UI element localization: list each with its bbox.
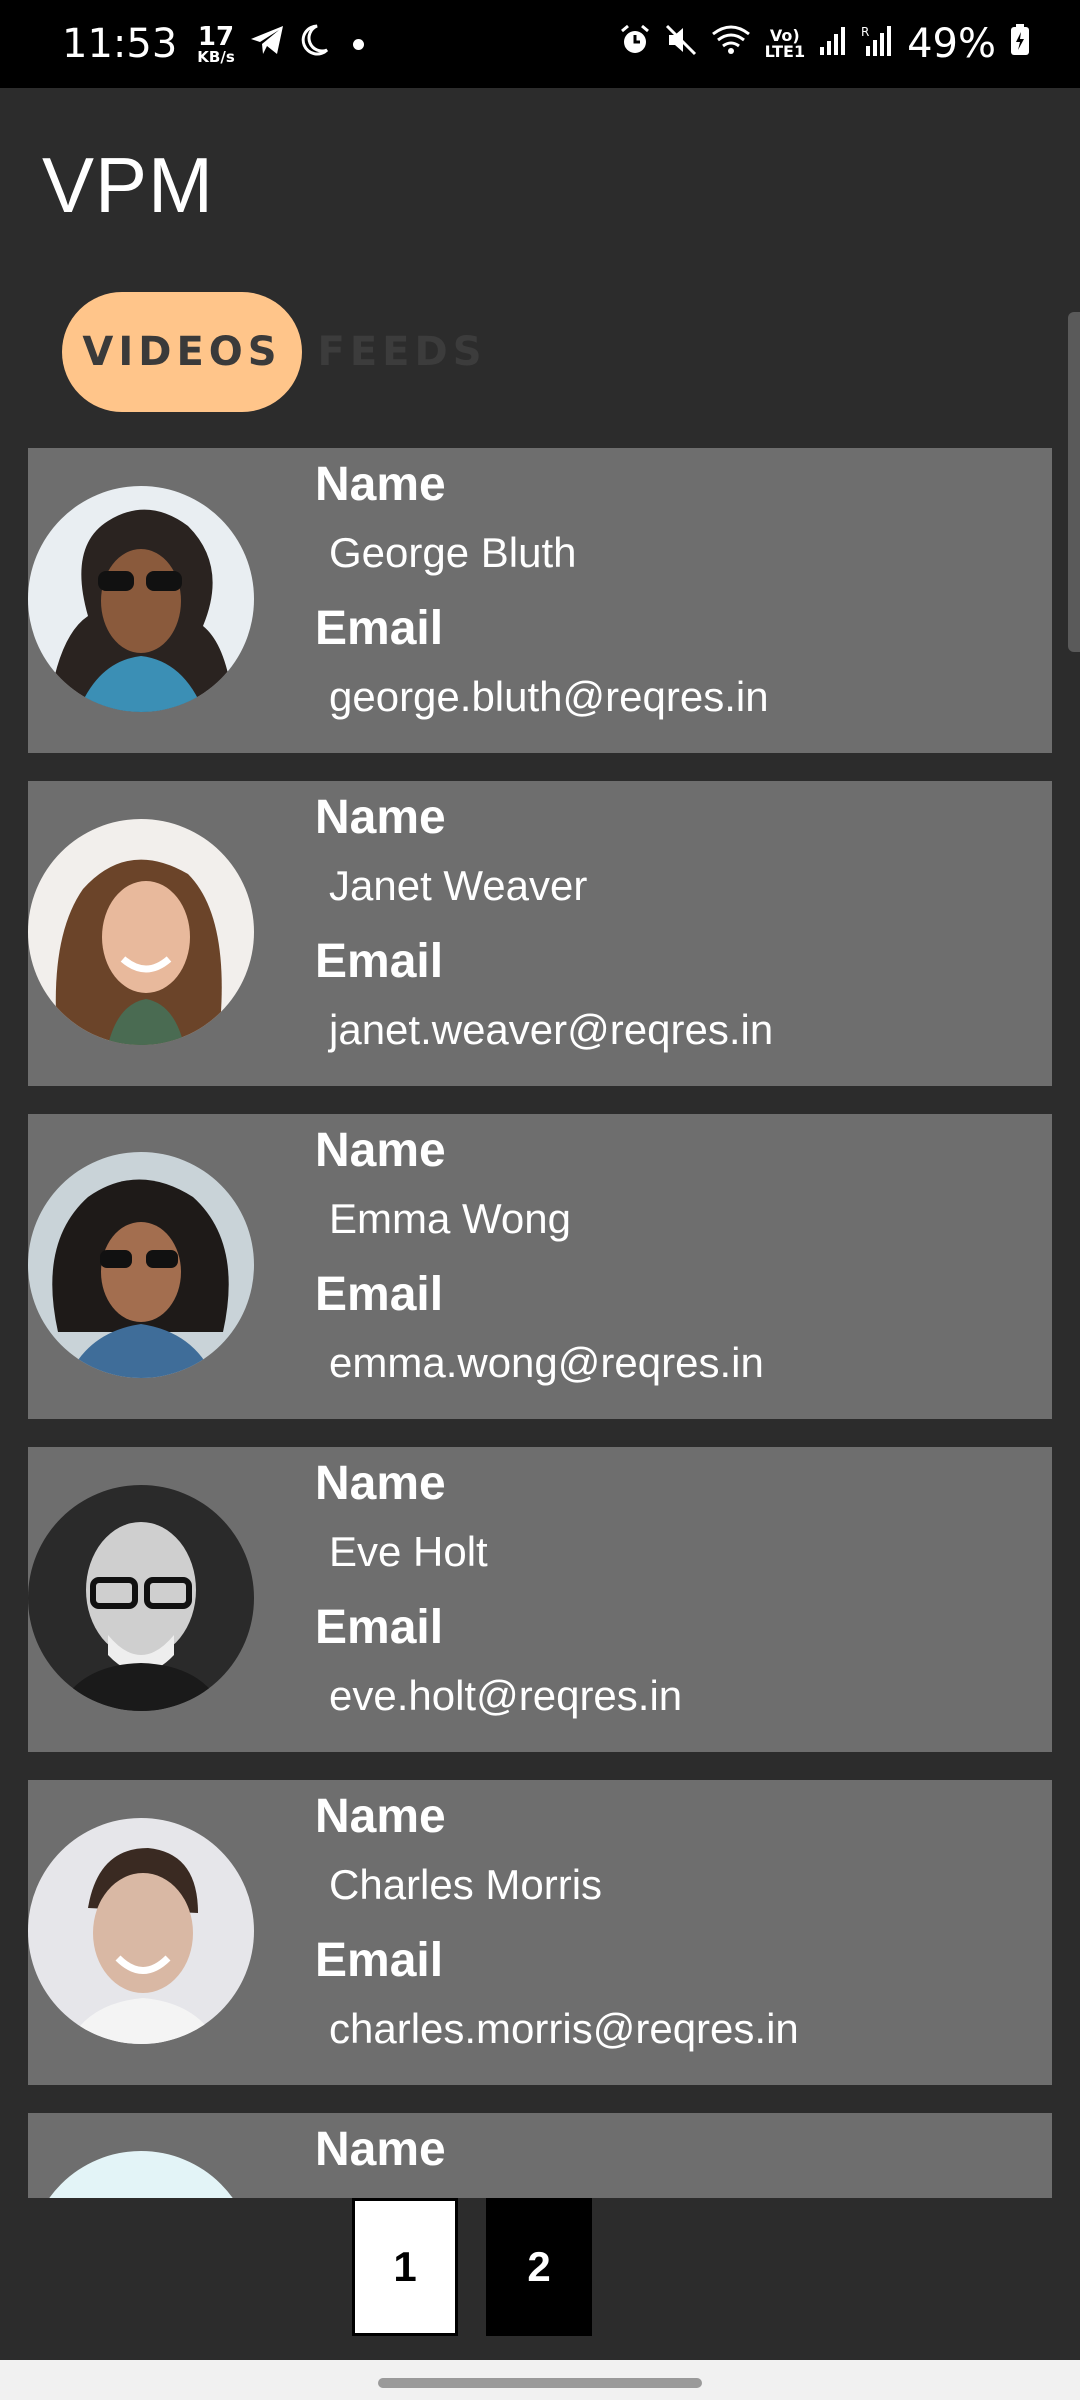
volte-icon: Vo) LTE1 — [764, 26, 806, 61]
telegram-icon — [249, 24, 285, 64]
user-name: Emma Wong — [329, 1195, 571, 1242]
alarm-icon — [619, 24, 651, 64]
user-card[interactable]: Name Emma Wong Email emma.wong@reqres.in — [28, 1114, 1052, 1419]
user-card[interactable]: Name Janet Weaver Email janet.weaver@req… — [28, 781, 1052, 1086]
avatar — [28, 2151, 254, 2198]
user-info: Name Eve Holt Email eve.holt@reqres.in — [315, 1453, 682, 1741]
moon-icon — [299, 24, 329, 64]
scrollbar-thumb[interactable] — [1068, 312, 1080, 652]
avatar — [28, 819, 254, 1045]
network-speed: 17 KB/s — [197, 21, 235, 66]
app-title: VPM — [42, 141, 215, 229]
signal-icon — [819, 25, 847, 63]
svg-text:R: R — [861, 25, 869, 39]
user-list[interactable]: Name George Bluth Email george.bluth@req… — [28, 448, 1052, 2198]
mute-icon — [665, 24, 697, 64]
page-button-2[interactable]: 2 — [486, 2198, 592, 2336]
user-name: Eve Holt — [329, 1528, 488, 1575]
email-label: Email — [315, 1268, 444, 1321]
name-label: Name — [315, 458, 446, 511]
tab-bar: VIDEOS FEEDS — [62, 292, 482, 412]
status-time: 11:53 — [62, 21, 178, 67]
avatar — [28, 1152, 254, 1378]
battery-level: 49% — [907, 21, 996, 67]
email-label: Email — [315, 602, 444, 655]
home-gesture-handle[interactable] — [378, 2378, 702, 2388]
name-label: Name — [315, 1457, 446, 1510]
user-name: Charles Morris — [329, 1861, 603, 1908]
avatar — [28, 1485, 254, 1711]
user-card[interactable]: Name Charles Morris Email charles.morris… — [28, 1780, 1052, 2085]
name-label: Name — [315, 791, 446, 844]
user-email: charles.morris@reqres.in — [329, 2005, 799, 2052]
user-name: Janet Weaver — [329, 862, 588, 909]
user-card[interactable]: Name — [28, 2113, 1052, 2198]
wifi-icon — [711, 24, 751, 64]
tab-videos[interactable]: VIDEOS — [62, 292, 302, 412]
avatar — [28, 1818, 254, 2044]
user-name: George Bluth — [329, 529, 577, 576]
name-label: Name — [315, 1124, 446, 1177]
pagination: 1 2 — [0, 2198, 1080, 2336]
name-label: Name — [315, 1790, 446, 1843]
navigation-bar — [0, 2360, 1080, 2400]
user-card[interactable]: Name Eve Holt Email eve.holt@reqres.in — [28, 1447, 1052, 1752]
signal-roaming-icon: R — [861, 24, 893, 64]
tab-feeds[interactable]: FEEDS — [318, 292, 482, 412]
user-info: Name Charles Morris Email charles.morris… — [315, 1786, 799, 2074]
user-card[interactable]: Name George Bluth Email george.bluth@req… — [28, 448, 1052, 753]
user-info: Name Janet Weaver Email janet.weaver@req… — [315, 787, 773, 1075]
user-info: Name Emma Wong Email emma.wong@reqres.in — [315, 1120, 764, 1408]
name-label: Name — [315, 2123, 446, 2176]
user-email: george.bluth@reqres.in — [329, 673, 769, 720]
user-email: janet.weaver@reqres.in — [329, 1006, 774, 1053]
email-label: Email — [315, 935, 444, 988]
page-button-1[interactable]: 1 — [352, 2198, 458, 2336]
email-label: Email — [315, 1601, 444, 1654]
avatar — [28, 486, 254, 712]
status-bar: 11:53 17 KB/s Vo) LTE1 R 49% — [0, 0, 1080, 88]
email-label: Email — [315, 1934, 444, 1987]
notification-dot — [352, 38, 364, 50]
user-info: Name — [315, 2119, 446, 2181]
battery-charging-icon — [1010, 24, 1030, 64]
user-info: Name George Bluth Email george.bluth@req… — [315, 454, 769, 742]
user-email: eve.holt@reqres.in — [329, 1672, 683, 1719]
user-email: emma.wong@reqres.in — [329, 1339, 764, 1386]
